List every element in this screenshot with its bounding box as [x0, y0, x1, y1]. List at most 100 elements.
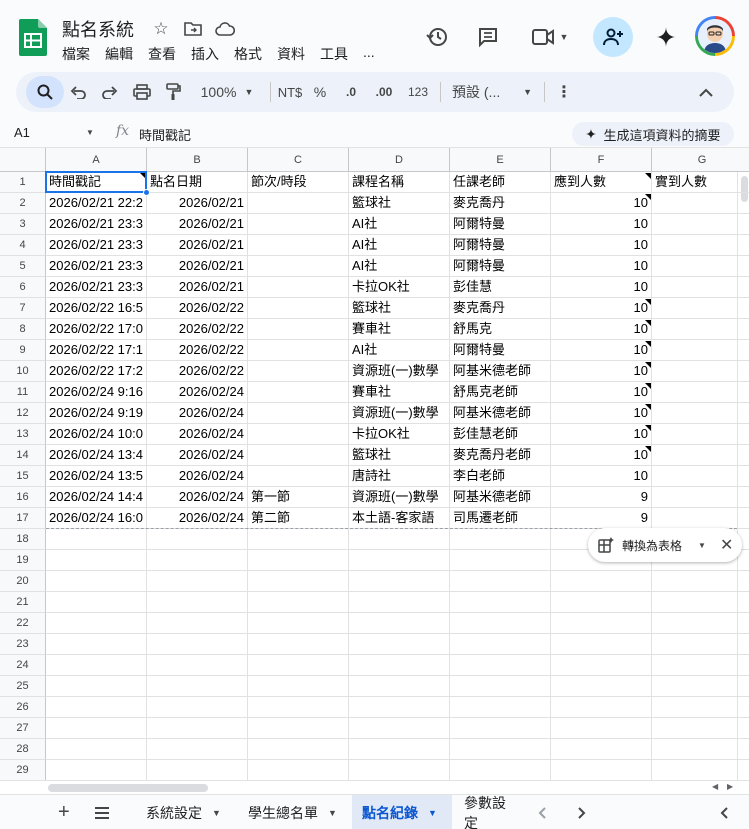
cell-note-indicator[interactable] — [645, 320, 651, 326]
row-header-4[interactable]: 4 — [0, 235, 46, 256]
row-header-8[interactable]: 8 — [0, 319, 46, 340]
cell-b26[interactable] — [147, 697, 248, 718]
move-folder-icon[interactable] — [182, 18, 204, 40]
cell-e28[interactable] — [450, 739, 551, 760]
comments-icon[interactable] — [472, 21, 504, 53]
cell-g13[interactable] — [652, 424, 749, 445]
cell-g20[interactable] — [652, 571, 749, 592]
cell-a26[interactable] — [46, 697, 147, 718]
cell-e18[interactable] — [450, 529, 551, 550]
tab-parameter-settings[interactable]: 參數設定 — [456, 795, 522, 829]
cell-d19[interactable] — [349, 550, 450, 571]
cell-c14[interactable] — [248, 445, 349, 466]
cell-g3[interactable] — [652, 214, 749, 235]
cell-d18[interactable] — [349, 529, 450, 550]
cell-c8[interactable] — [248, 319, 349, 340]
row-header-19[interactable]: 19 — [0, 550, 46, 571]
cell-d4[interactable]: AI社 — [349, 235, 450, 256]
cell-c10[interactable] — [248, 361, 349, 382]
cell-e29[interactable] — [450, 760, 551, 780]
row-header-7[interactable]: 7 — [0, 298, 46, 319]
row-header-2[interactable]: 2 — [0, 193, 46, 214]
cell-g22[interactable] — [652, 613, 749, 634]
cell-b6[interactable]: 2026/02/21 — [147, 277, 248, 298]
cell-f3[interactable]: 10 — [551, 214, 652, 235]
cell-e14[interactable]: 麥克喬丹老師 — [450, 445, 551, 466]
tab-system-settings[interactable]: 系統設定 ▼ — [138, 795, 229, 829]
cell-f13[interactable]: 10 — [551, 424, 652, 445]
cell-d9[interactable]: AI社 — [349, 340, 450, 361]
cell-e2[interactable]: 麥克喬丹 — [450, 193, 551, 214]
cell-e4[interactable]: 阿爾特曼 — [450, 235, 551, 256]
close-icon[interactable]: ✕ — [720, 535, 733, 555]
cell-b14[interactable]: 2026/02/24 — [147, 445, 248, 466]
cell-e20[interactable] — [450, 571, 551, 592]
share-button[interactable] — [593, 17, 633, 57]
cell-a6[interactable]: 2026/02/21 23:3 — [46, 277, 147, 298]
zoom-select[interactable]: 100% ▼ — [196, 80, 258, 104]
cell-note-indicator[interactable] — [140, 173, 146, 179]
cell-g28[interactable] — [652, 739, 749, 760]
cell-a22[interactable] — [46, 613, 147, 634]
column-header-f[interactable]: F — [551, 148, 652, 172]
cell-b13[interactable]: 2026/02/24 — [147, 424, 248, 445]
cell-f24[interactable] — [551, 655, 652, 676]
cell-b3[interactable]: 2026/02/21 — [147, 214, 248, 235]
scroll-tabs-left-icon[interactable] — [530, 795, 554, 829]
print-icon[interactable] — [130, 80, 154, 104]
row-header-27[interactable]: 27 — [0, 718, 46, 739]
menu-edit[interactable]: 編輯 — [105, 44, 133, 64]
cell-c19[interactable] — [248, 550, 349, 571]
cell-a21[interactable] — [46, 592, 147, 613]
cell-note-indicator[interactable] — [645, 341, 651, 347]
name-box[interactable]: A1 — [14, 125, 30, 140]
decrease-decimal-button[interactable]: .0 — [340, 80, 362, 104]
menu-format[interactable]: 格式 — [234, 44, 262, 64]
cell-b24[interactable] — [147, 655, 248, 676]
increase-decimal-button[interactable]: .00 — [372, 80, 396, 104]
menu-insert[interactable]: 插入 — [191, 44, 219, 64]
row-header-18[interactable]: 18 — [0, 529, 46, 550]
cell-c21[interactable] — [248, 592, 349, 613]
column-header-c[interactable]: C — [248, 148, 349, 172]
cell-a9[interactable]: 2026/02/22 17:1 — [46, 340, 147, 361]
cell-f29[interactable] — [551, 760, 652, 780]
cell-d2[interactable]: 籃球社 — [349, 193, 450, 214]
row-header-17[interactable]: 17 — [0, 508, 46, 529]
cell-a20[interactable] — [46, 571, 147, 592]
add-sheet-icon[interactable]: + — [50, 795, 78, 829]
cell-a27[interactable] — [46, 718, 147, 739]
row-header-15[interactable]: 15 — [0, 466, 46, 487]
cell-note-indicator[interactable] — [645, 446, 651, 452]
paint-format-icon[interactable] — [161, 80, 185, 104]
cell-f22[interactable] — [551, 613, 652, 634]
cell-g1[interactable]: 實到人數 — [652, 172, 749, 193]
cell-f4[interactable]: 10 — [551, 235, 652, 256]
tab-student-roster[interactable]: 學生總名單 ▼ — [240, 795, 345, 829]
cell-b27[interactable] — [147, 718, 248, 739]
cell-a23[interactable] — [46, 634, 147, 655]
row-header-1[interactable]: 1 — [0, 172, 46, 193]
cell-b29[interactable] — [147, 760, 248, 780]
cell-d21[interactable] — [349, 592, 450, 613]
chevron-down-icon[interactable]: ▼ — [698, 541, 706, 550]
cell-e24[interactable] — [450, 655, 551, 676]
cell-g26[interactable] — [652, 697, 749, 718]
cell-b16[interactable]: 2026/02/24 — [147, 487, 248, 508]
number-format-button[interactable]: 123 — [406, 80, 430, 104]
cell-f21[interactable] — [551, 592, 652, 613]
row-header-12[interactable]: 12 — [0, 403, 46, 424]
row-header-6[interactable]: 6 — [0, 277, 46, 298]
avatar[interactable] — [695, 16, 735, 56]
row-header-21[interactable]: 21 — [0, 592, 46, 613]
currency-format-button[interactable]: NT$ — [276, 80, 304, 104]
cell-f7[interactable]: 10 — [551, 298, 652, 319]
cell-c2[interactable] — [248, 193, 349, 214]
cell-c25[interactable] — [248, 676, 349, 697]
cell-e25[interactable] — [450, 676, 551, 697]
cell-c7[interactable] — [248, 298, 349, 319]
row-header-29[interactable]: 29 — [0, 760, 46, 780]
row-header-24[interactable]: 24 — [0, 655, 46, 676]
cell-a8[interactable]: 2026/02/22 17:0 — [46, 319, 147, 340]
cell-f27[interactable] — [551, 718, 652, 739]
